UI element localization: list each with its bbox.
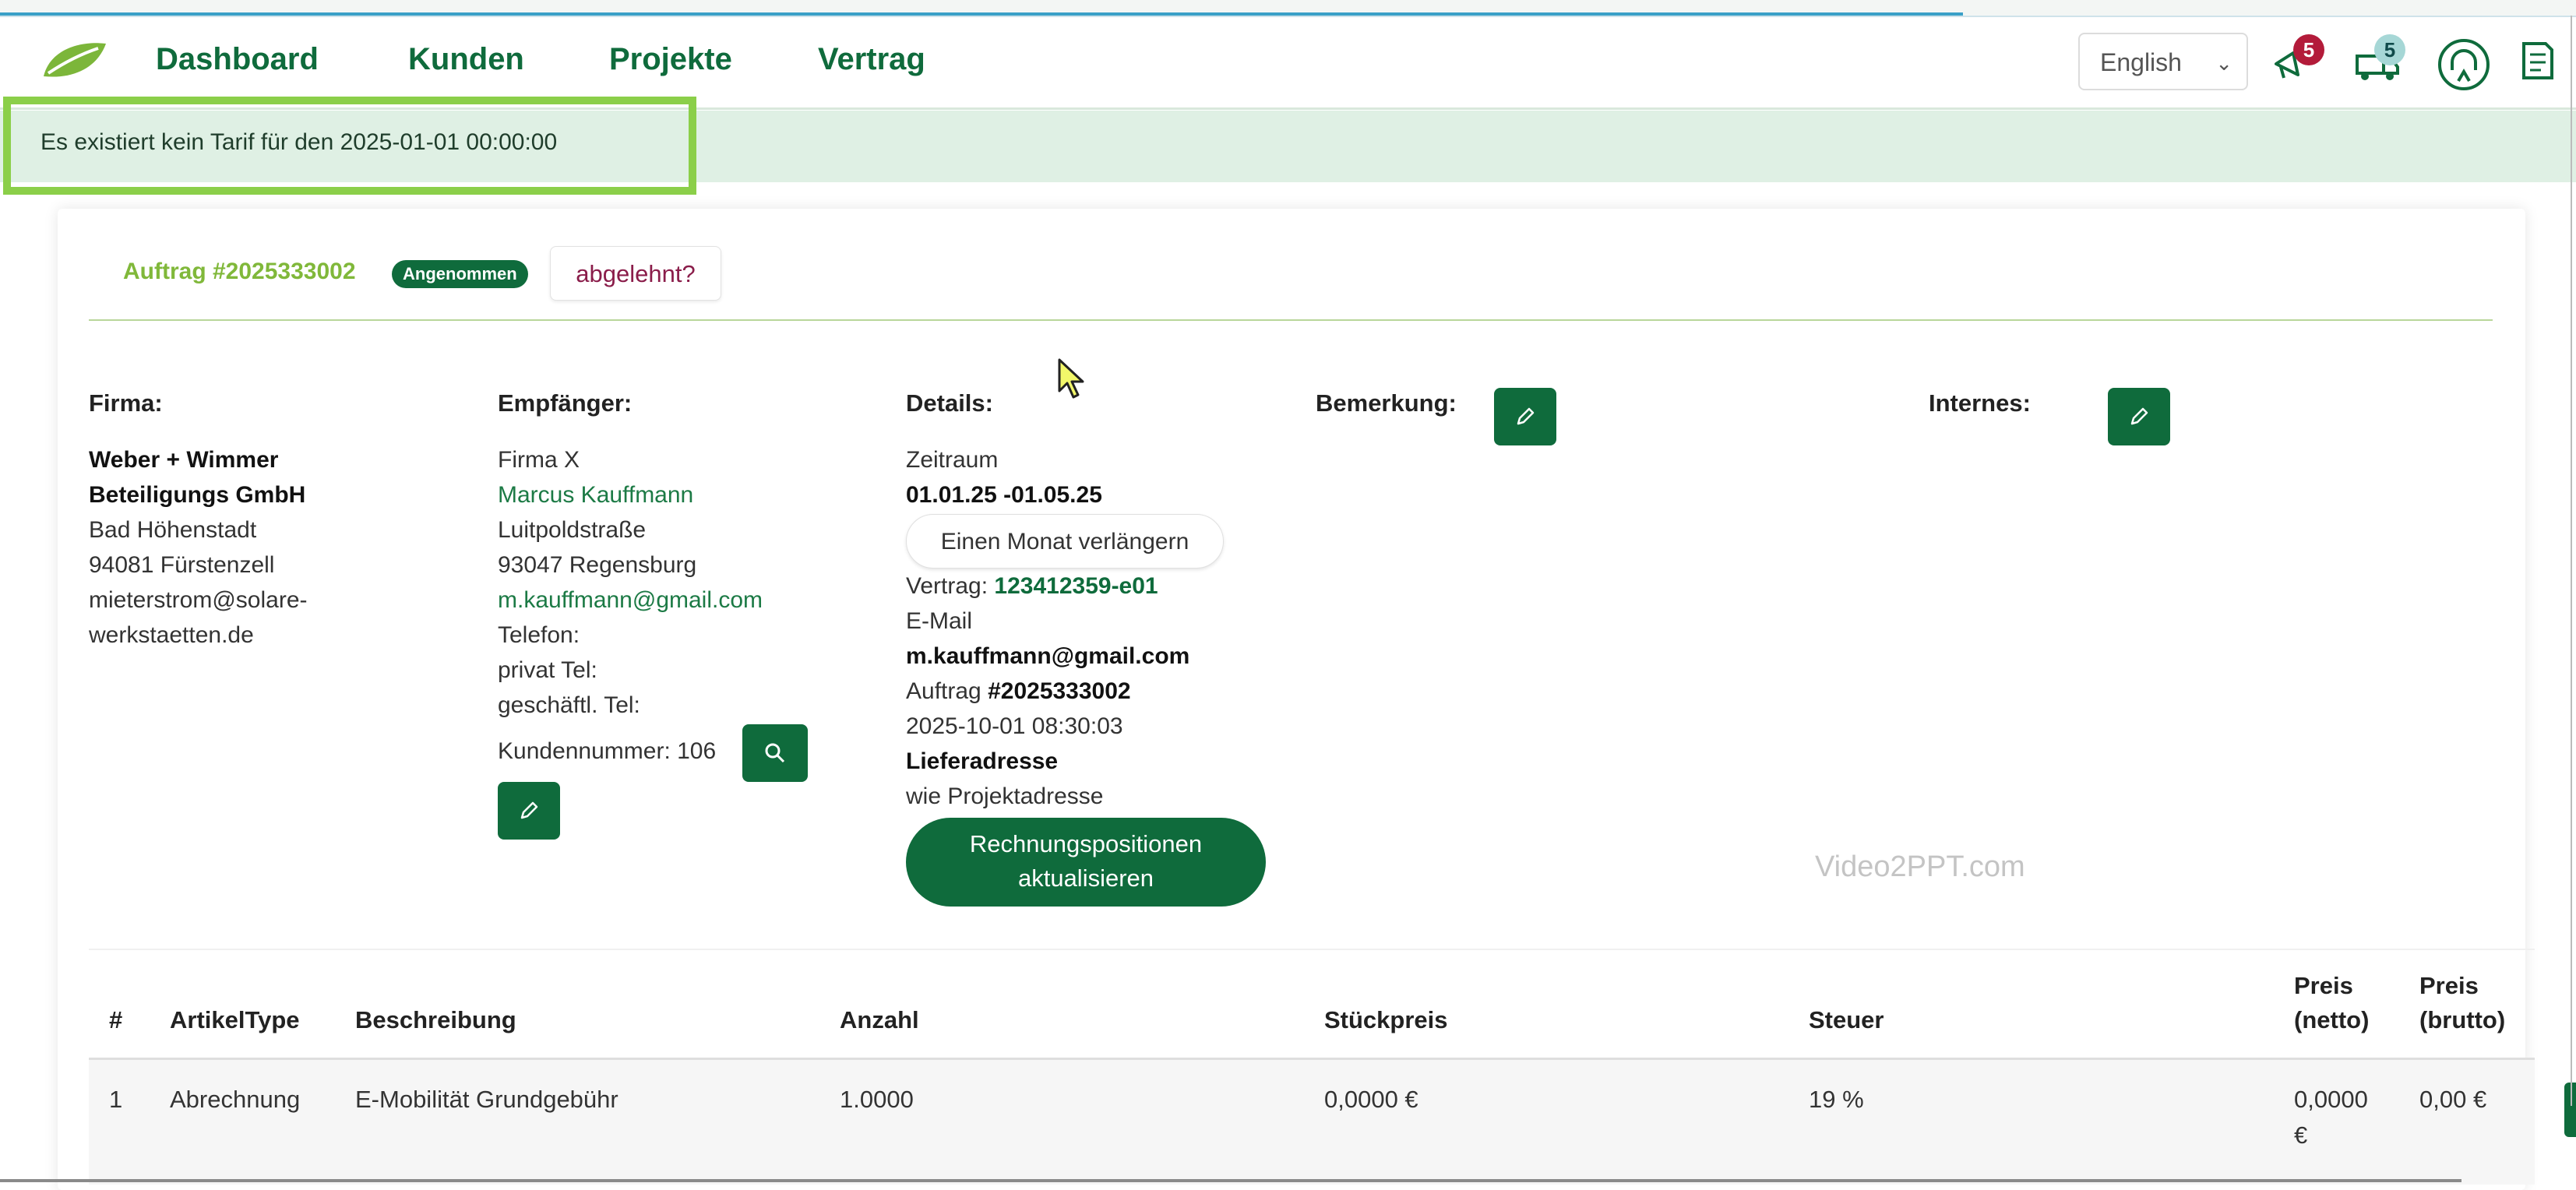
nav-dashboard[interactable]: Dashboard: [156, 42, 319, 77]
empfaenger-phone-label: Telefon:: [498, 622, 580, 648]
order-title: Auftrag #2025333002: [123, 259, 356, 284]
col-header-type: ArtikelType: [170, 1006, 300, 1033]
empfaenger-city: 93047 Regensburg: [498, 552, 697, 578]
deliveries-badge: 5: [2374, 34, 2405, 65]
language-value: English: [2100, 48, 2182, 76]
language-select[interactable]: English ⌄: [2078, 33, 2248, 90]
delivery-value: wie Projektadresse: [906, 783, 1104, 809]
order-datetime: 2025-10-01 08:30:03: [906, 713, 1123, 739]
browser-top-strip: [0, 0, 2576, 17]
pencil-icon: [2130, 407, 2148, 425]
update-label-line2: aktualisieren: [1017, 864, 1154, 892]
headset-icon: [2438, 39, 2490, 90]
notifications-badge: 5: [2293, 34, 2324, 65]
firma-city: 94081 Fürstenzell: [89, 552, 275, 578]
support-button[interactable]: [2437, 37, 2491, 92]
contract-link[interactable]: 123412359-e01: [994, 573, 1158, 599]
search-icon: [765, 743, 785, 763]
nav-projekte[interactable]: Projekte: [609, 42, 732, 77]
firma-name-line1: Weber + Wimmer: [89, 447, 279, 473]
extend-month-button[interactable]: Einen Monat verlängern: [906, 514, 1224, 569]
document-button[interactable]: [2516, 39, 2563, 86]
notifications-button[interactable]: 5: [2270, 34, 2324, 86]
nav-vertrag[interactable]: Vertrag: [818, 42, 925, 77]
table-top-rule: [89, 949, 2535, 950]
empfaenger-name-link[interactable]: Marcus Kauffmann: [498, 482, 693, 509]
col-header-gross-line2: (brutto): [2419, 1006, 2506, 1033]
table-row: [89, 1060, 2535, 1185]
horizontal-scrollbar[interactable]: [0, 1179, 2461, 1182]
col-header-qty: Anzahl: [840, 1006, 919, 1033]
edit-recipient-button[interactable]: [498, 782, 560, 840]
empfaenger-company: Firma X: [498, 447, 580, 473]
row-unit-price: 0,0000 €: [1324, 1086, 1418, 1113]
alert-message: Es existiert kein Tarif für den 2025-01-…: [41, 129, 558, 155]
row-num: 1: [109, 1086, 123, 1113]
col-header-unit-price: Stückpreis: [1324, 1006, 1448, 1033]
col-header-gross-line1: Preis: [2419, 972, 2479, 999]
update-invoice-items-button[interactable]: Rechnungspositionen aktualisieren: [906, 818, 1266, 907]
watermark-text: Video2PPT.com: [1815, 850, 2025, 883]
firma-email-line1: mieterstrom@solare-: [89, 587, 308, 613]
col-header-net-line1: Preis: [2294, 972, 2353, 999]
app-logo-icon[interactable]: [39, 39, 111, 83]
order-card: [58, 209, 2525, 1190]
order-value: #2025333002: [988, 678, 1131, 704]
firma-street: Bad Höhenstadt: [89, 517, 257, 543]
mouse-cursor-icon: [1056, 358, 1087, 402]
email-label: E-Mail: [906, 608, 973, 634]
contract-row: Vertrag: 123412359-e01: [906, 573, 1158, 600]
col-header-net-line2: (netto): [2294, 1006, 2370, 1033]
row-net-line1: 0,0000: [2294, 1086, 2368, 1113]
empfaenger-business-phone: geschäftl. Tel:: [498, 692, 640, 718]
deliveries-button[interactable]: 5: [2352, 34, 2405, 86]
col-header-num: #: [109, 1006, 123, 1033]
remark-heading: Bemerkung:: [1316, 389, 1457, 417]
empfaenger-email-link[interactable]: m.kauffmann@gmail.com: [498, 587, 763, 614]
edit-internal-button[interactable]: [2108, 388, 2170, 445]
vertical-scrollbar[interactable]: [2571, 16, 2572, 1106]
row-type: Abrechnung: [170, 1086, 301, 1113]
delivery-label: Lieferadresse: [906, 748, 1059, 774]
order-row: Auftrag #2025333002: [906, 678, 1131, 705]
col-header-desc: Beschreibung: [355, 1006, 516, 1033]
header-divider: [89, 319, 2493, 321]
empfaenger-heading: Empfänger:: [498, 389, 633, 417]
empfaenger-private-phone: privat Tel:: [498, 657, 597, 683]
loading-line: [0, 12, 1963, 16]
update-label-line1: Rechnungspositionen: [969, 830, 1203, 857]
nav-kunden[interactable]: Kunden: [408, 42, 524, 77]
row-desc: E-Mobilität Grundgebühr: [355, 1086, 618, 1113]
pencil-icon: [1517, 407, 1535, 425]
empfaenger-street: Luitpoldstraße: [498, 517, 647, 543]
col-header-tax: Steuer: [1809, 1006, 1884, 1033]
row-tax: 19 %: [1809, 1086, 1864, 1113]
firma-email-line2: werkstaetten.de: [89, 622, 254, 648]
contract-label: Vertrag:: [906, 573, 988, 599]
details-heading: Details:: [906, 389, 993, 417]
pencil-icon: [520, 801, 538, 819]
internal-heading: Internes:: [1929, 389, 2031, 417]
status-badge: Angenommen: [392, 260, 528, 288]
row-gross: 0,00 €: [2419, 1086, 2487, 1113]
reject-button[interactable]: abgelehnt?: [550, 246, 721, 301]
email-value: m.kauffmann@gmail.com: [906, 643, 1190, 669]
period-label: Zeitraum: [906, 447, 999, 473]
customer-search-button[interactable]: [742, 724, 808, 782]
document-icon: [2522, 42, 2553, 79]
row-net-line2: €: [2294, 1121, 2308, 1149]
chevron-down-icon: ⌄: [2215, 51, 2232, 75]
customer-number: Kundennummer: 106: [498, 738, 717, 764]
edit-remark-button[interactable]: [1494, 388, 1556, 445]
firma-heading: Firma:: [89, 389, 163, 417]
row-qty: 1.0000: [840, 1086, 914, 1113]
order-label: Auftrag: [906, 678, 981, 704]
period-value: 01.01.25 -01.05.25: [906, 482, 1102, 508]
firma-name-line2: Beteiligungs GmbH: [89, 482, 306, 508]
